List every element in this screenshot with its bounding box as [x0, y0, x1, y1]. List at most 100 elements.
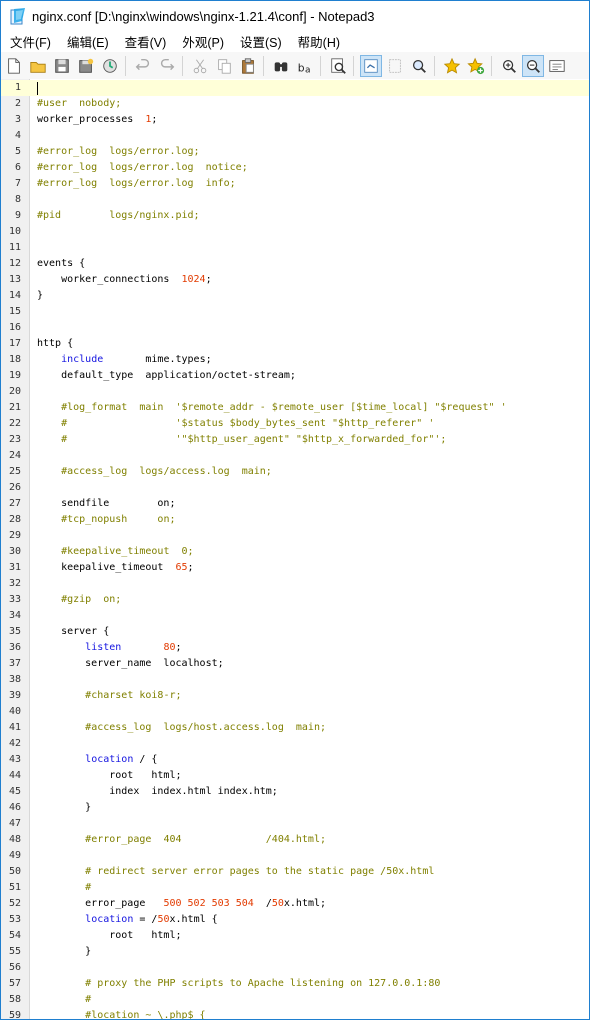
line-text[interactable]: keepalive_timeout 65; [37, 560, 193, 576]
menu-item-4[interactable]: 设置(S) [231, 32, 289, 51]
copy-button[interactable] [213, 55, 235, 77]
code-line[interactable]: 58 # [1, 992, 589, 1008]
title-bar[interactable]: nginx.conf [D:\nginx\windows\nginx-1.21.… [1, 1, 589, 31]
code-line[interactable]: 25 #access_log logs/access.log main; [1, 464, 589, 480]
code-line[interactable]: 40 [1, 704, 589, 720]
line-text[interactable]: # [37, 880, 91, 896]
code-line[interactable]: 41 #access_log logs/host.access.log main… [1, 720, 589, 736]
code-line[interactable]: 31 keepalive_timeout 65; [1, 560, 589, 576]
line-text[interactable]: #charset koi8-r; [37, 688, 181, 704]
code-line[interactable]: 20 [1, 384, 589, 400]
line-text[interactable]: events { [37, 256, 85, 272]
line-text[interactable]: root html; [37, 928, 181, 944]
code-line[interactable]: 17 http { [1, 336, 589, 352]
line-text[interactable]: root html; [37, 768, 181, 784]
notepad3-app-icon[interactable] [10, 7, 26, 25]
settings-panel-button[interactable] [546, 55, 568, 77]
line-text[interactable]: http { [37, 336, 73, 352]
code-line[interactable]: 30 #keepalive_timeout 0; [1, 544, 589, 560]
line-text[interactable]: location = /50x.html { [37, 912, 217, 928]
code-line[interactable]: 18 include mime.types; [1, 352, 589, 368]
line-text[interactable]: #access_log logs/host.access.log main; [37, 720, 326, 736]
code-line[interactable]: 14} [1, 288, 589, 304]
line-text[interactable]: #gzip on; [37, 592, 121, 608]
find-button[interactable] [270, 55, 292, 77]
zoom-find-button[interactable] [408, 55, 430, 77]
line-text[interactable]: # proxy the PHP scripts to Apache listen… [37, 976, 440, 992]
menu-item-0[interactable]: 文件(F) [1, 32, 58, 51]
code-line[interactable]: 27 sendfile on; [1, 496, 589, 512]
line-text[interactable]: #error_log logs/error.log; [37, 144, 200, 160]
line-text[interactable]: #error_log logs/error.log notice; [37, 160, 248, 176]
line-text[interactable]: } [37, 944, 91, 960]
code-line[interactable]: 7 #error_log logs/error.log info; [1, 176, 589, 192]
code-line[interactable]: 46 } [1, 800, 589, 816]
zoom-out-button[interactable] [522, 54, 544, 77]
code-line[interactable]: 5 #error_log logs/error.log; [1, 144, 589, 160]
save-button[interactable] [51, 55, 73, 77]
code-line[interactable]: 47 [1, 816, 589, 832]
line-text[interactable]: server { [37, 624, 109, 640]
code-line[interactable]: 29 [1, 528, 589, 544]
browse-button[interactable] [99, 55, 121, 77]
line-text[interactable]: include mime.types; [37, 352, 212, 368]
cut-button[interactable] [189, 55, 211, 77]
code-line[interactable]: 3 worker_processes 1; [1, 112, 589, 128]
line-text[interactable]: worker_connections 1024; [37, 272, 212, 288]
code-line[interactable]: 22 # '$status $body_bytes_sent "$http_re… [1, 416, 589, 432]
line-text[interactable]: error_page 500 502 503 504 /50x.html; [37, 896, 326, 912]
menu-item-3[interactable]: 外观(P) [173, 32, 231, 51]
add-favorite-button[interactable] [465, 55, 487, 77]
redo-button[interactable] [156, 55, 178, 77]
favorite-button[interactable] [441, 55, 463, 77]
line-text[interactable]: #access_log logs/access.log main; [37, 464, 272, 480]
code-line[interactable]: 24 [1, 448, 589, 464]
line-text[interactable]: #error_log logs/error.log info; [37, 176, 236, 192]
line-text[interactable]: #error_page 404 /404.html; [37, 832, 326, 848]
code-line[interactable]: 39 #charset koi8-r; [1, 688, 589, 704]
menu-item-5[interactable]: 帮助(H) [289, 32, 347, 51]
line-text[interactable]: #log_format main '$remote_addr - $remote… [37, 400, 507, 416]
code-line[interactable]: 21 #log_format main '$remote_addr - $rem… [1, 400, 589, 416]
menu-item-1[interactable]: 编辑(E) [58, 32, 116, 51]
code-line[interactable]: 15 [1, 304, 589, 320]
code-line[interactable]: 56 [1, 960, 589, 976]
line-text[interactable]: worker_processes 1; [37, 112, 157, 128]
code-line[interactable]: 1 [1, 80, 589, 96]
code-line[interactable]: 8 [1, 192, 589, 208]
line-text[interactable]: #keepalive_timeout 0; [37, 544, 193, 560]
code-line[interactable]: 4 [1, 128, 589, 144]
line-text[interactable]: # [37, 992, 91, 1008]
code-line[interactable]: 36 listen 80; [1, 640, 589, 656]
line-text[interactable]: # '$status $body_bytes_sent "$http_refer… [37, 416, 434, 432]
line-text[interactable]: #pid logs/nginx.pid; [37, 208, 200, 224]
code-line[interactable]: 48 #error_page 404 /404.html; [1, 832, 589, 848]
line-text[interactable]: #location ~ \.php$ { [37, 1008, 205, 1019]
code-line[interactable]: 50 # redirect server error pages to the … [1, 864, 589, 880]
code-line[interactable]: 2 #user nobody; [1, 96, 589, 112]
code-line[interactable]: 55 } [1, 944, 589, 960]
save-as-button[interactable] [75, 55, 97, 77]
code-line[interactable]: 57 # proxy the PHP scripts to Apache lis… [1, 976, 589, 992]
column-select-button[interactable] [384, 55, 406, 77]
code-line[interactable]: 49 [1, 848, 589, 864]
code-line[interactable]: 6 #error_log logs/error.log notice; [1, 160, 589, 176]
code-line[interactable]: 43 location / { [1, 752, 589, 768]
open-folder-button[interactable] [27, 55, 49, 77]
code-line[interactable]: 35 server { [1, 624, 589, 640]
line-text[interactable]: sendfile on; [37, 496, 175, 512]
code-line[interactable]: 52 error_page 500 502 503 504 /50x.html; [1, 896, 589, 912]
code-line[interactable]: 9 #pid logs/nginx.pid; [1, 208, 589, 224]
code-line[interactable]: 45 index index.html index.htm; [1, 784, 589, 800]
line-text[interactable]: # '"$http_user_agent" "$http_x_forwarded… [37, 432, 446, 448]
code-line[interactable]: 19 default_type application/octet-stream… [1, 368, 589, 384]
code-line[interactable]: 23 # '"$http_user_agent" "$http_x_forwar… [1, 432, 589, 448]
code-line[interactable]: 34 [1, 608, 589, 624]
line-text[interactable]: # redirect server error pages to the sta… [37, 864, 434, 880]
search-page-button[interactable] [327, 55, 349, 77]
word-wrap-button[interactable] [360, 54, 382, 77]
code-line[interactable]: 13 worker_connections 1024; [1, 272, 589, 288]
code-line[interactable]: 12 events { [1, 256, 589, 272]
menu-item-2[interactable]: 查看(V) [116, 32, 174, 51]
code-line[interactable]: 59 #location ~ \.php$ { [1, 1008, 589, 1019]
